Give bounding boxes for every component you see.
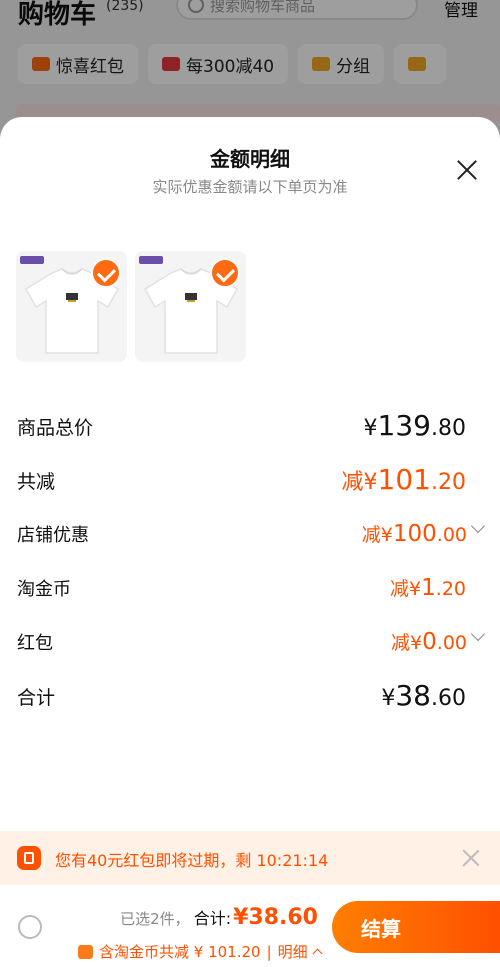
- sum-label: 合计: [17, 687, 56, 709]
- row-coin: 淘金币 减¥1.20: [17, 567, 483, 607]
- red-packet-icon: [17, 846, 41, 870]
- shop-discount-label: 店铺优惠: [17, 525, 89, 546]
- amount-detail-sheet: 金额明细 实际优惠金额请以下单页为准 商品总价 ¥139.80 共减 减¥101…: [0, 117, 500, 967]
- row-shop-discount[interactable]: 店铺优惠 减¥100.00: [17, 513, 486, 553]
- product-thumbnail[interactable]: [16, 251, 127, 362]
- chevron-up-icon[interactable]: [312, 948, 323, 959]
- detail-link[interactable]: 明细: [278, 941, 308, 962]
- red-packet-value: 减¥0.00: [391, 626, 486, 655]
- red-packet-expiry-notice[interactable]: 您有40元红包即将过期，剩 10:21:14: [0, 831, 500, 885]
- chevron-down-icon[interactable]: [470, 626, 486, 642]
- selected-check-icon[interactable]: [210, 258, 240, 288]
- notice-text: 您有40元红包即将过期，剩 10:21:14: [55, 851, 329, 870]
- brand-tag-icon: [20, 256, 44, 264]
- product-thumbnail[interactable]: [135, 251, 246, 362]
- total-label: 合计:: [193, 909, 232, 928]
- sheet-title: 金额明细: [210, 147, 290, 171]
- coin-value: 减¥1.20: [390, 575, 466, 601]
- row-total-discount: 共减 减¥101.20: [17, 459, 483, 499]
- coin-icon: [78, 944, 93, 959]
- chevron-down-icon[interactable]: [470, 518, 486, 534]
- product-thumbnails: [16, 251, 246, 362]
- selected-check-icon[interactable]: [91, 258, 121, 288]
- total-price-label: 商品总价: [17, 417, 94, 439]
- close-icon[interactable]: [460, 847, 482, 869]
- selection-summary: 已选2件， 合计:¥38.60: [0, 905, 318, 930]
- close-icon[interactable]: [452, 155, 482, 185]
- brand-tag-icon: [139, 256, 163, 264]
- discount-text: 含淘金币共减 ¥ 101.20: [99, 943, 261, 961]
- row-red-packet[interactable]: 红包 减¥0.00: [17, 621, 486, 661]
- row-sum: 合计 ¥38.60: [17, 675, 483, 715]
- sum-value: ¥38.60: [381, 679, 466, 712]
- checkout-button[interactable]: 结算: [332, 901, 500, 953]
- shop-discount-value: 减¥100.00: [362, 518, 486, 547]
- separator: |: [266, 942, 272, 961]
- sheet-subtitle: 实际优惠金额请以下单页为准: [152, 178, 348, 196]
- selected-count: 已选2件，: [120, 910, 190, 928]
- row-total-price: 商品总价 ¥139.80: [17, 405, 483, 445]
- checkout-bar: 已选2件， 合计:¥38.60 含淘金币共减 ¥ 101.20 | 明细 结算: [0, 885, 500, 967]
- total-price-value: ¥139.80: [363, 409, 466, 442]
- coin-label: 淘金币: [17, 579, 71, 600]
- total-discount-label: 共减: [17, 471, 56, 493]
- total-value: ¥38.60: [233, 905, 318, 930]
- red-packet-label: 红包: [17, 633, 53, 654]
- discount-summary[interactable]: 含淘金币共减 ¥ 101.20 | 明细: [78, 941, 323, 962]
- total-discount-value: 减¥101.20: [341, 463, 466, 496]
